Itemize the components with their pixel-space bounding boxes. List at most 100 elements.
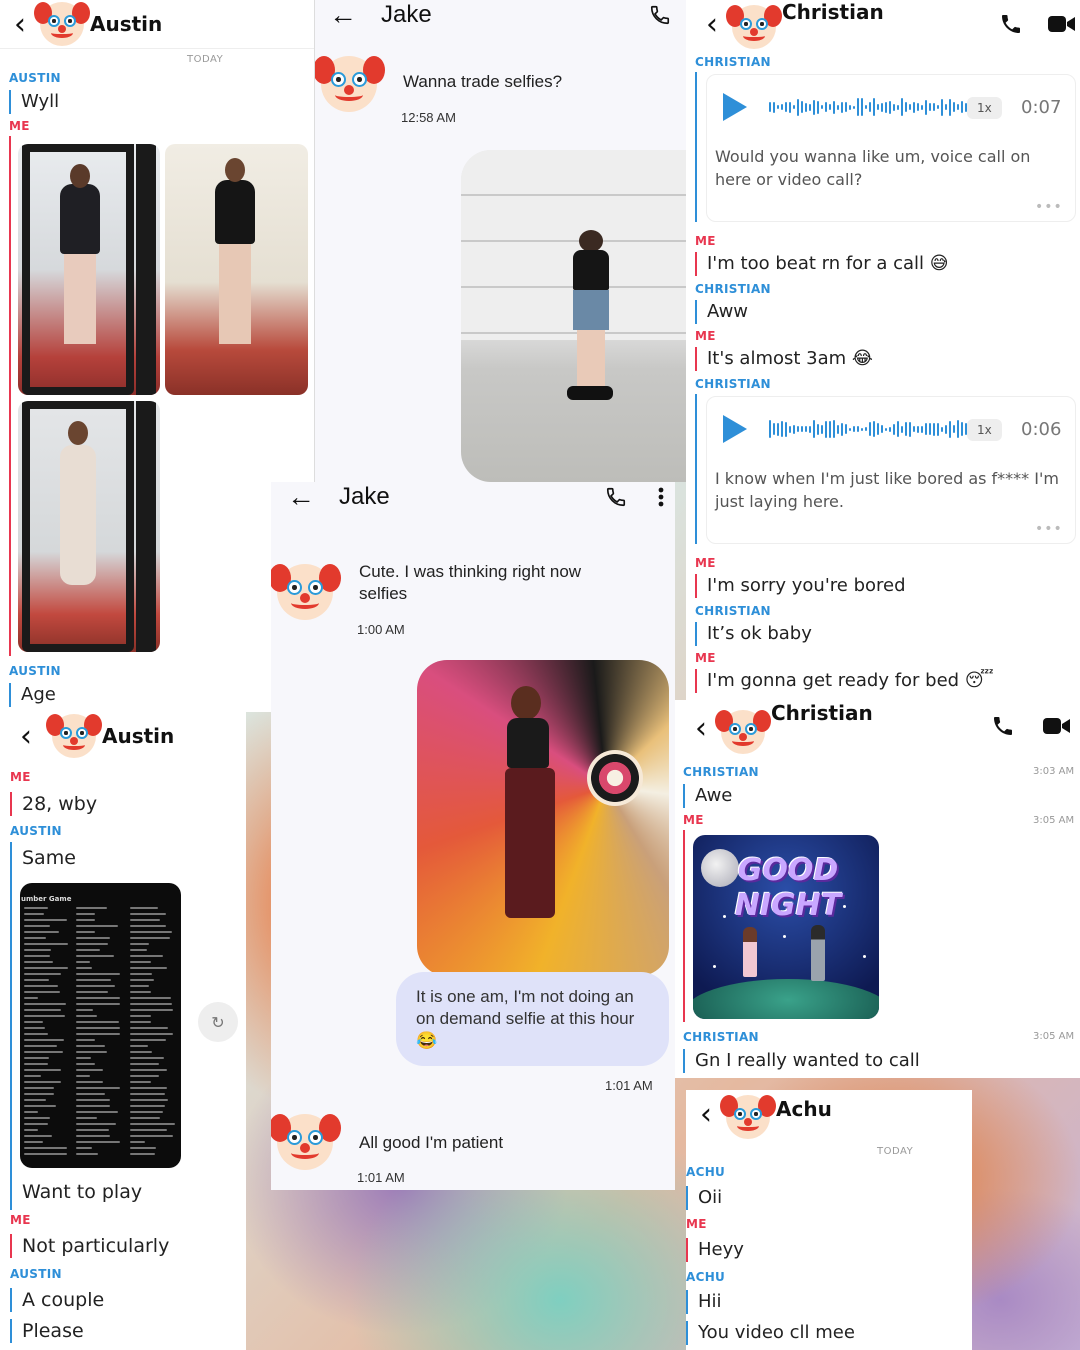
- video-icon[interactable]: [1048, 14, 1076, 34]
- rules-line: [130, 1129, 167, 1131]
- phone-icon[interactable]: [999, 12, 1023, 36]
- waveform-bar: [801, 426, 803, 432]
- photo-message[interactable]: [461, 150, 686, 482]
- waveform-bar: [769, 102, 771, 112]
- waveform-bar: [853, 426, 855, 432]
- rules-line: [76, 1081, 103, 1083]
- waveform-bar: [809, 425, 811, 433]
- speed-toggle[interactable]: 1x: [967, 97, 1002, 119]
- rules-line: [76, 973, 120, 975]
- message-text[interactable]: Same: [10, 846, 76, 870]
- rules-line: [24, 919, 67, 921]
- speed-toggle[interactable]: 1x: [967, 419, 1002, 441]
- outgoing-message-bubble[interactable]: It is one am, I'm not doing an on demand…: [396, 972, 669, 1066]
- message-text[interactable]: You video cll mee: [686, 1321, 855, 1345]
- play-icon[interactable]: [723, 415, 747, 443]
- voice-note[interactable]: 1x 0:07 Would you wanna like um, voice c…: [706, 74, 1076, 222]
- message-text[interactable]: Gn I really wanted to call: [683, 1049, 920, 1073]
- message-text[interactable]: Awe: [683, 784, 732, 808]
- waveform-bar: [949, 98, 951, 116]
- waveform-bar: [893, 423, 895, 435]
- waveform-bar: [801, 101, 803, 113]
- clown-avatar[interactable]: [720, 1095, 776, 1139]
- goodnight-sticker[interactable]: GOOD NIGHT: [693, 835, 879, 1019]
- contact-name[interactable]: Austin: [90, 12, 162, 36]
- rules-line: [130, 1099, 168, 1101]
- message-text[interactable]: Age: [9, 683, 56, 707]
- header-divider: [0, 48, 314, 49]
- christian-chat-panel-1: ‹ Christian CHRISTIAN 1x 0:07 Would you …: [686, 0, 1080, 700]
- waveform-bar: [945, 104, 947, 110]
- rules-line: [76, 961, 90, 963]
- back-icon[interactable]: ‹: [6, 719, 46, 754]
- sender-label: AUSTIN: [10, 1267, 62, 1281]
- selfie-photo[interactable]: [18, 401, 160, 652]
- message-text[interactable]: I'm too beat rn for a call 😅: [695, 252, 948, 276]
- sender-label: CHRISTIAN: [695, 55, 771, 69]
- reshare-icon[interactable]: ↻: [198, 1002, 238, 1042]
- waveform-bar: [905, 422, 907, 436]
- selfie-photo[interactable]: [165, 144, 308, 395]
- mural-eye: [587, 750, 643, 806]
- rules-line: [76, 937, 110, 939]
- waveform-bar: [873, 421, 875, 437]
- rules-line: [130, 967, 167, 969]
- message-text[interactable]: Heyy: [686, 1238, 744, 1262]
- clown-avatar[interactable]: [34, 2, 90, 46]
- rules-line: [130, 1063, 159, 1065]
- contact-name[interactable]: Christian: [771, 701, 873, 725]
- contact-name[interactable]: Christian: [782, 0, 884, 24]
- more-vert-icon[interactable]: [657, 486, 665, 508]
- rules-line: [76, 943, 108, 945]
- message-text[interactable]: It’s ok baby: [695, 622, 812, 646]
- bitmoji-girl: [743, 927, 757, 977]
- contact-name[interactable]: Austin: [102, 724, 174, 748]
- phone-icon[interactable]: [649, 4, 671, 26]
- waveform-bar: [961, 422, 963, 436]
- clown-avatar[interactable]: [46, 714, 102, 758]
- arrow-back-icon[interactable]: ←: [281, 482, 321, 513]
- clown-avatar[interactable]: [726, 5, 782, 49]
- message-text[interactable]: Please: [10, 1319, 84, 1343]
- contact-name[interactable]: Jake: [339, 483, 390, 511]
- contact-name[interactable]: Achu: [776, 1097, 832, 1121]
- message-text[interactable]: Wyll: [9, 90, 59, 114]
- phone-icon[interactable]: [991, 714, 1015, 738]
- message-text[interactable]: It's almost 3am 😂: [695, 347, 873, 371]
- message-text[interactable]: I'm gonna get ready for bed 😴: [695, 669, 994, 693]
- clown-avatar[interactable]: [715, 710, 771, 754]
- phone-icon[interactable]: [605, 486, 627, 508]
- arrow-back-icon[interactable]: ←: [323, 0, 363, 31]
- rules-line: [130, 943, 149, 945]
- more-icon[interactable]: •••: [1035, 521, 1063, 537]
- voice-note[interactable]: 1x 0:06 I know when I'm just like bored …: [706, 396, 1076, 544]
- message-text[interactable]: I'm sorry you're bored: [695, 574, 906, 598]
- message-time: 3:05 AM: [1033, 815, 1075, 826]
- message-text[interactable]: Want to play: [10, 1180, 142, 1204]
- more-icon[interactable]: •••: [1035, 199, 1063, 215]
- selfie-photo[interactable]: [18, 144, 160, 395]
- message-text[interactable]: A couple: [10, 1288, 104, 1312]
- waveform-bar: [945, 424, 947, 434]
- message-text[interactable]: Aww: [695, 300, 748, 324]
- message-text[interactable]: All good I'm patient: [359, 1132, 503, 1154]
- message-text[interactable]: Not particularly: [10, 1234, 169, 1258]
- rules-line: [24, 913, 44, 915]
- contact-name[interactable]: Jake: [381, 1, 432, 29]
- person-head: [511, 686, 541, 720]
- video-icon[interactable]: [1043, 716, 1071, 736]
- jake-chat-panel-2: ← Jake Cute. I was thinking right now se…: [271, 482, 675, 1190]
- rules-line: [24, 1093, 54, 1095]
- waveform-bar: [817, 423, 819, 435]
- message-text[interactable]: Oii: [686, 1186, 722, 1210]
- photo-message[interactable]: [417, 660, 669, 976]
- rules-line: [24, 1117, 50, 1119]
- message-text[interactable]: 28, wby: [10, 792, 97, 816]
- rules-line: [76, 1015, 97, 1017]
- rules-line: [76, 1051, 107, 1053]
- message-text[interactable]: Wanna trade selfies?: [403, 71, 562, 93]
- message-text[interactable]: Hii: [686, 1290, 722, 1314]
- game-rules-image[interactable]: umber Game: [20, 883, 181, 1168]
- message-text[interactable]: Cute. I was thinking right now selfies: [359, 561, 609, 605]
- play-icon[interactable]: [723, 93, 747, 121]
